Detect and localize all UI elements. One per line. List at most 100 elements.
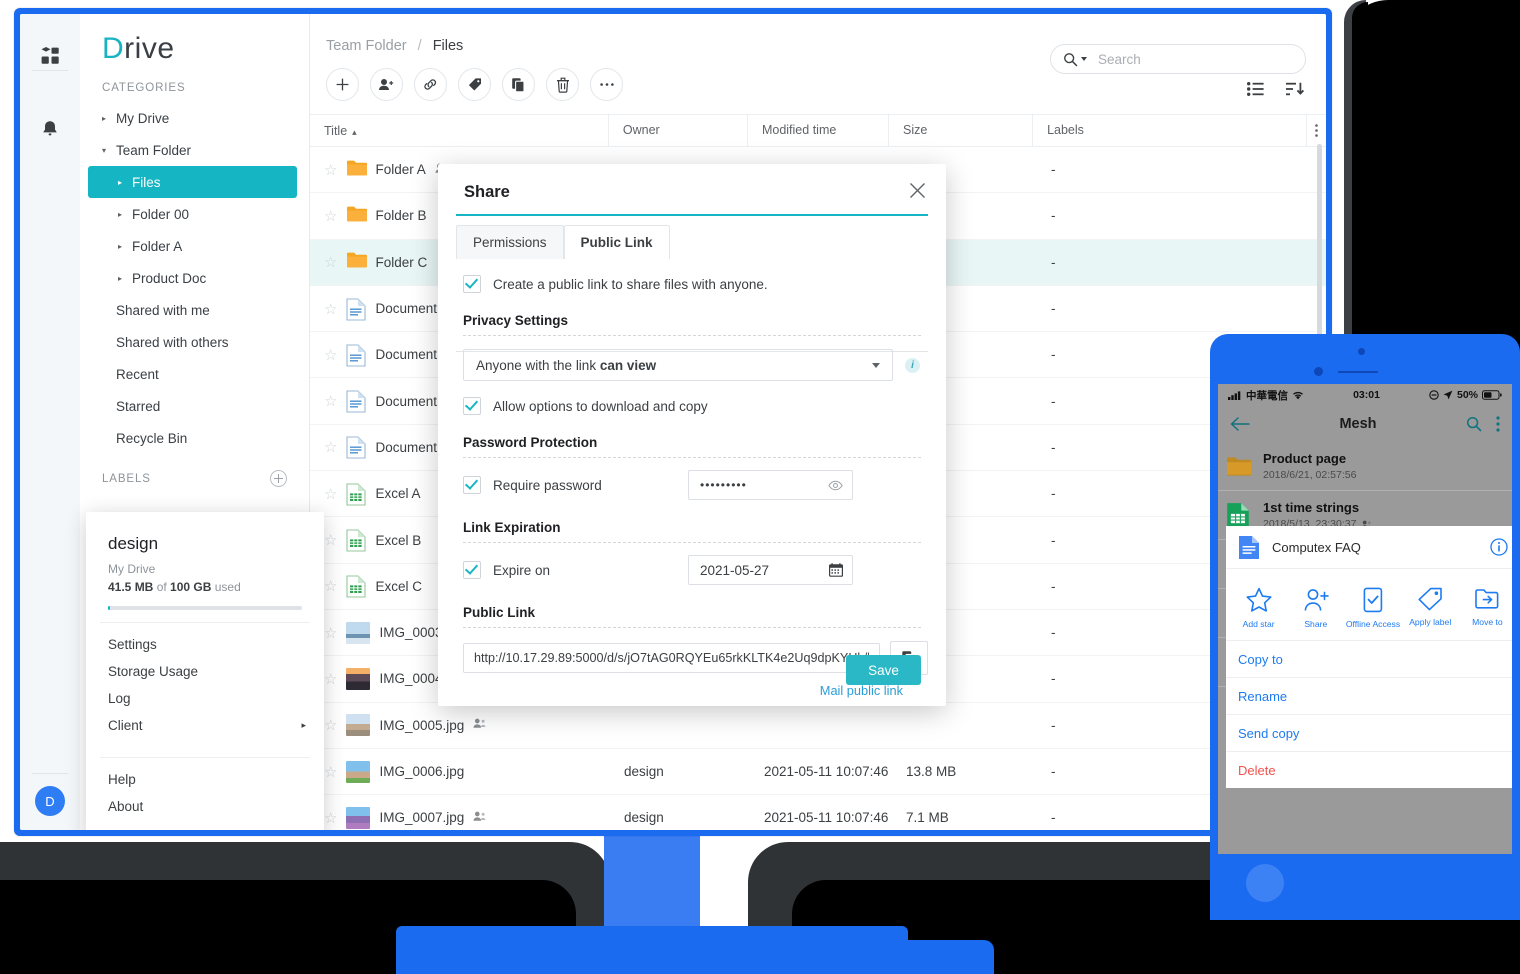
star-icon[interactable]: ☆ bbox=[324, 485, 337, 503]
sidebar-item-label: Team Folder bbox=[116, 143, 191, 158]
star-icon[interactable]: ☆ bbox=[324, 809, 337, 827]
tab-permissions[interactable]: Permissions bbox=[456, 225, 564, 259]
menu-item-client[interactable]: Client▸ bbox=[86, 712, 324, 739]
column-header-owner[interactable]: Owner bbox=[608, 115, 747, 146]
sheet-action-share[interactable]: Share bbox=[1287, 581, 1344, 630]
close-icon[interactable] bbox=[909, 182, 926, 203]
avatar[interactable]: D bbox=[35, 786, 65, 816]
sheet-action-move-to[interactable]: Move to bbox=[1459, 581, 1512, 630]
column-header-title[interactable]: Title▴ bbox=[310, 124, 608, 138]
more-button[interactable] bbox=[590, 68, 623, 101]
create-public-link-checkbox[interactable] bbox=[463, 275, 481, 293]
plus-circle-icon[interactable] bbox=[270, 470, 287, 487]
back-arrow-icon[interactable] bbox=[1230, 417, 1250, 431]
sidebar-item-shared-with-others[interactable]: Shared with others bbox=[88, 326, 297, 358]
sheet-action-add-star[interactable]: Add star bbox=[1230, 581, 1287, 630]
column-options-icon[interactable] bbox=[1306, 115, 1326, 146]
caret-icon[interactable]: ▸ bbox=[118, 178, 132, 187]
mail-public-link[interactable]: Mail public link bbox=[456, 683, 903, 698]
bell-icon[interactable] bbox=[20, 106, 80, 154]
sidebar-item-shared-with-me[interactable]: Shared with me bbox=[88, 294, 297, 326]
action-sheet-items: Copy toRenameSend copyDelete bbox=[1226, 641, 1512, 788]
apps-grid-icon[interactable] bbox=[20, 32, 80, 80]
caret-icon[interactable]: ▾ bbox=[102, 146, 116, 155]
sidebar-item-recent[interactable]: Recent bbox=[88, 358, 297, 390]
tab-public-link[interactable]: Public Link bbox=[564, 225, 670, 259]
require-password-checkbox[interactable] bbox=[463, 476, 481, 494]
phone-item-overflow-icon[interactable] bbox=[1499, 458, 1502, 474]
table-row[interactable]: ☆IMG_0006.jpgdesign2021-05-11 10:07:4613… bbox=[310, 749, 1326, 795]
privacy-select[interactable]: Anyone with the link can view bbox=[463, 349, 893, 381]
breadcrumb-root[interactable]: Team Folder bbox=[326, 38, 407, 54]
menu-item-storage-usage[interactable]: Storage Usage bbox=[86, 658, 324, 685]
sidebar-item-team-folder[interactable]: ▾Team Folder bbox=[88, 134, 297, 166]
sort-descending-icon[interactable] bbox=[1286, 82, 1304, 96]
sidebar-item-files[interactable]: ▸Files bbox=[88, 166, 297, 198]
add-button[interactable] bbox=[326, 68, 359, 101]
star-icon[interactable]: ☆ bbox=[324, 253, 337, 271]
star-icon[interactable]: ☆ bbox=[324, 763, 337, 781]
star-icon[interactable]: ☆ bbox=[324, 624, 337, 642]
link-button[interactable] bbox=[414, 68, 447, 101]
table-row[interactable]: ☆IMG_0007.jpgdesign2021-05-11 10:07:467.… bbox=[310, 795, 1326, 830]
search-scope-caret-icon[interactable] bbox=[1081, 57, 1087, 61]
sidebar-item-my-drive[interactable]: ▸My Drive bbox=[88, 102, 297, 134]
star-icon[interactable]: ☆ bbox=[324, 716, 337, 734]
expire-on-checkbox[interactable] bbox=[463, 561, 481, 579]
sidebar-item-product-doc[interactable]: ▸Product Doc bbox=[88, 262, 297, 294]
home-indicator[interactable] bbox=[1246, 864, 1284, 902]
phone-item-overflow-icon[interactable] bbox=[1499, 507, 1502, 523]
search-input[interactable] bbox=[1096, 51, 1285, 68]
public-link-input[interactable] bbox=[463, 643, 880, 673]
column-header-modified[interactable]: Modified time bbox=[747, 115, 888, 146]
allow-download-checkbox[interactable] bbox=[463, 397, 481, 415]
star-icon[interactable]: ☆ bbox=[324, 161, 337, 179]
menu-item-help[interactable]: Help bbox=[86, 766, 324, 793]
star-icon[interactable]: ☆ bbox=[324, 577, 337, 595]
star-icon[interactable]: ☆ bbox=[324, 346, 337, 364]
menu-item-log[interactable]: Log bbox=[86, 685, 324, 712]
sidebar-item-folder-00[interactable]: ▸Folder 00 bbox=[88, 198, 297, 230]
star-icon[interactable]: ☆ bbox=[324, 392, 337, 410]
info-icon[interactable]: i bbox=[905, 358, 920, 373]
star-icon[interactable]: ☆ bbox=[324, 670, 337, 688]
save-button[interactable]: Save bbox=[846, 655, 921, 685]
search-box[interactable] bbox=[1050, 44, 1306, 74]
caret-icon[interactable]: ▸ bbox=[118, 242, 132, 251]
sheet-item-send-copy[interactable]: Send copy bbox=[1226, 715, 1512, 752]
sheet-action-offline-access[interactable]: Offline Access bbox=[1344, 581, 1401, 630]
tag-icon-button[interactable] bbox=[458, 68, 491, 101]
sidebar-item-folder-a[interactable]: ▸Folder A bbox=[88, 230, 297, 262]
caret-icon[interactable]: ▸ bbox=[118, 274, 132, 283]
menu-item-settings[interactable]: Settings bbox=[86, 631, 324, 658]
share-user-button[interactable] bbox=[370, 68, 403, 101]
overflow-menu-icon[interactable] bbox=[1496, 416, 1500, 432]
column-header-size[interactable]: Size bbox=[888, 115, 1032, 146]
sort-indicator: ▴ bbox=[352, 127, 357, 137]
info-circle-icon[interactable] bbox=[1490, 538, 1508, 556]
star-icon[interactable]: ☆ bbox=[324, 531, 337, 549]
table-row[interactable]: ☆IMG_0005.jpg- bbox=[310, 703, 1326, 749]
column-header-labels[interactable]: Labels bbox=[1032, 115, 1306, 146]
star-icon[interactable]: ☆ bbox=[324, 300, 337, 318]
expire-date-field[interactable]: 2021-05-27 bbox=[688, 555, 853, 585]
sheet-item-copy-to[interactable]: Copy to bbox=[1226, 641, 1512, 678]
phone-list-item[interactable]: Product page2018/6/21, 02:57:56 bbox=[1218, 442, 1512, 491]
password-field[interactable]: ••••••••• bbox=[688, 470, 853, 500]
sheet-action-apply-label[interactable]: Apply label bbox=[1402, 581, 1459, 630]
phone-search-icon[interactable] bbox=[1466, 416, 1482, 432]
calendar-icon[interactable] bbox=[829, 563, 843, 577]
list-view-icon[interactable] bbox=[1247, 82, 1264, 96]
eye-icon[interactable] bbox=[828, 480, 843, 491]
trash-icon-button[interactable] bbox=[546, 68, 579, 101]
sidebar-item-starred[interactable]: Starred bbox=[88, 390, 297, 422]
caret-icon[interactable]: ▸ bbox=[118, 210, 132, 219]
copy-button[interactable] bbox=[502, 68, 535, 101]
star-icon[interactable]: ☆ bbox=[324, 207, 337, 225]
sheet-item-delete[interactable]: Delete bbox=[1226, 752, 1512, 788]
sheet-item-rename[interactable]: Rename bbox=[1226, 678, 1512, 715]
sidebar-item-recycle-bin[interactable]: Recycle Bin bbox=[88, 422, 297, 454]
caret-icon[interactable]: ▸ bbox=[102, 114, 116, 123]
menu-item-about[interactable]: About bbox=[86, 793, 324, 820]
star-icon[interactable]: ☆ bbox=[324, 438, 337, 456]
